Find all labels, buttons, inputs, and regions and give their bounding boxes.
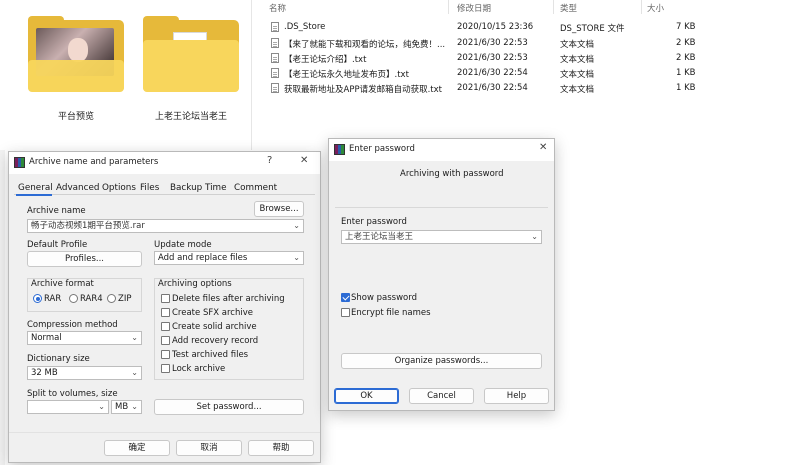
chevron-down-icon: ⌄ [131,368,138,377]
winrar-icon [14,157,25,168]
winrar-icon [334,144,345,155]
archiving-options-label: Archiving options [158,279,232,289]
test-archived-label: Test archived files [172,350,249,360]
create-sfx-checkbox[interactable] [161,308,170,317]
tab-general[interactable]: General [18,183,53,193]
archive-name-input[interactable]: 畅子动态视频1期平台预览.rar ⌄ [27,219,304,233]
create-sfx-label: Create SFX archive [172,308,253,318]
create-solid-label: Create solid archive [172,322,257,332]
tab-comment[interactable]: Comment [234,183,277,193]
tab-options[interactable]: Options [102,183,136,193]
file-icon [271,53,279,63]
chevron-down-icon: ⌄ [293,253,300,262]
lock-archive-label: Lock archive [172,364,226,374]
archive-format-label: Archive format [31,279,94,289]
enter-password-label: Enter password [341,217,407,227]
show-password-checkbox[interactable] [341,293,350,302]
update-mode-label: Update mode [154,240,212,250]
chevron-down-icon: ⌄ [131,333,138,342]
profiles-button[interactable]: Profiles... [27,251,142,267]
chevron-down-icon: ⌄ [293,221,300,230]
folder-label: 上老王论坛当老王 [154,112,227,122]
file-icon [271,38,279,48]
help-icon[interactable]: ? [267,155,272,166]
archive-dialog-titlebar[interactable]: Archive name and parameters ? ✕ [9,152,320,174]
close-icon[interactable]: ✕ [539,142,547,153]
split-volumes-input[interactable]: ⌄ [27,400,109,414]
ok-button[interactable]: OK [334,388,399,404]
file-icon [271,83,279,93]
file-icon [271,22,279,32]
format-rar-radio[interactable] [33,294,42,303]
tab-advanced[interactable]: Advanced [56,183,99,193]
file-row[interactable]: 【来了就能下载和观看的论坛，纯免费！... 2021/6/30 22:53 文本… [263,36,703,51]
tab-time[interactable]: Time [205,183,227,193]
folder-thumbnails-pane: 平台预览 上老王论坛当老王 [0,0,252,150]
archive-name-label: Archive name [27,206,86,216]
create-solid-checkbox[interactable] [161,322,170,331]
format-rar4-label: RAR4 [80,294,103,304]
chevron-down-icon: ⌄ [98,402,105,411]
column-modified[interactable]: 修改日期 [457,2,491,14]
close-icon[interactable]: ✕ [300,155,308,166]
password-input[interactable]: 上老王论坛当老王 ⌄ [341,230,542,244]
split-volumes-label: Split to volumes, size [27,389,118,399]
format-zip-label: ZIP [118,294,132,304]
lock-archive-checkbox[interactable] [161,364,170,373]
default-profile-label: Default Profile [27,240,88,250]
test-archived-checkbox[interactable] [161,350,170,359]
recovery-record-checkbox[interactable] [161,336,170,345]
tab-divider [14,194,315,195]
cancel-button[interactable]: 取消 [176,440,242,456]
password-dialog-title: Enter password [349,144,415,154]
show-password-label: Show password [351,293,417,303]
file-row[interactable]: .DS_Store 2020/10/15 23:36 DS_STORE 文件 7… [263,20,703,35]
file-icon [271,68,279,78]
tab-files[interactable]: Files [140,183,159,193]
file-row[interactable]: 获取最新地址及APP请发邮箱自动获取.txt 2021/6/30 22:54 文… [263,81,703,96]
delete-files-label: Delete files after archiving [172,294,285,304]
chevron-down-icon: ⌄ [131,402,138,411]
delete-files-checkbox[interactable] [161,294,170,303]
help-button[interactable]: Help [484,388,549,404]
browse-button[interactable]: Browse... [254,201,304,217]
folder-front [28,60,124,92]
folder-laowang[interactable] [143,16,239,98]
chevron-down-icon: ⌄ [531,232,538,241]
folder-front [143,40,239,92]
column-name[interactable]: 名称 [269,2,286,14]
recovery-record-label: Add recovery record [172,336,259,346]
column-type[interactable]: 类型 [560,2,577,14]
format-rar-label: RAR [44,294,62,304]
divider [335,207,548,208]
encrypt-file-names-checkbox[interactable] [341,308,350,317]
encrypt-file-names-label: Encrypt file names [351,308,431,318]
folder-platform-preview[interactable] [28,16,124,98]
file-row[interactable]: 【老王论坛永久地址发布页】.txt 2021/6/30 22:54 文本文档 1… [263,66,703,81]
dictionary-size-label: Dictionary size [27,354,90,364]
archive-dialog-title: Archive name and parameters [29,157,159,167]
tab-backup[interactable]: Backup [170,183,202,193]
format-zip-radio[interactable] [107,294,116,303]
file-list: 名称 修改日期 类型 大小 .DS_Store 2020/10/15 23:36… [263,0,800,100]
split-unit-select[interactable]: MB ⌄ [111,400,142,414]
organize-passwords-button[interactable]: Organize passwords... [341,353,542,369]
format-rar4-radio[interactable] [69,294,78,303]
help-button[interactable]: 帮助 [248,440,314,456]
set-password-button[interactable]: Set password... [154,399,304,415]
active-tab-indicator [16,194,52,196]
compression-method-select[interactable]: Normal ⌄ [27,331,142,345]
cancel-button[interactable]: Cancel [409,388,474,404]
folder-label: 平台预览 [57,112,94,122]
dictionary-size-select[interactable]: 32 MB ⌄ [27,366,142,380]
file-row[interactable]: 【老王论坛介绍】.txt 2021/6/30 22:53 文本文档 2 KB [263,51,703,66]
ok-button[interactable]: 确定 [104,440,170,456]
password-dialog-titlebar[interactable]: Enter password ✕ [329,139,554,161]
update-mode-select[interactable]: Add and replace files ⌄ [154,251,304,265]
compression-method-label: Compression method [27,320,118,330]
archiving-with-password-heading: Archiving with password [400,169,504,179]
column-size[interactable]: 大小 [647,2,664,14]
